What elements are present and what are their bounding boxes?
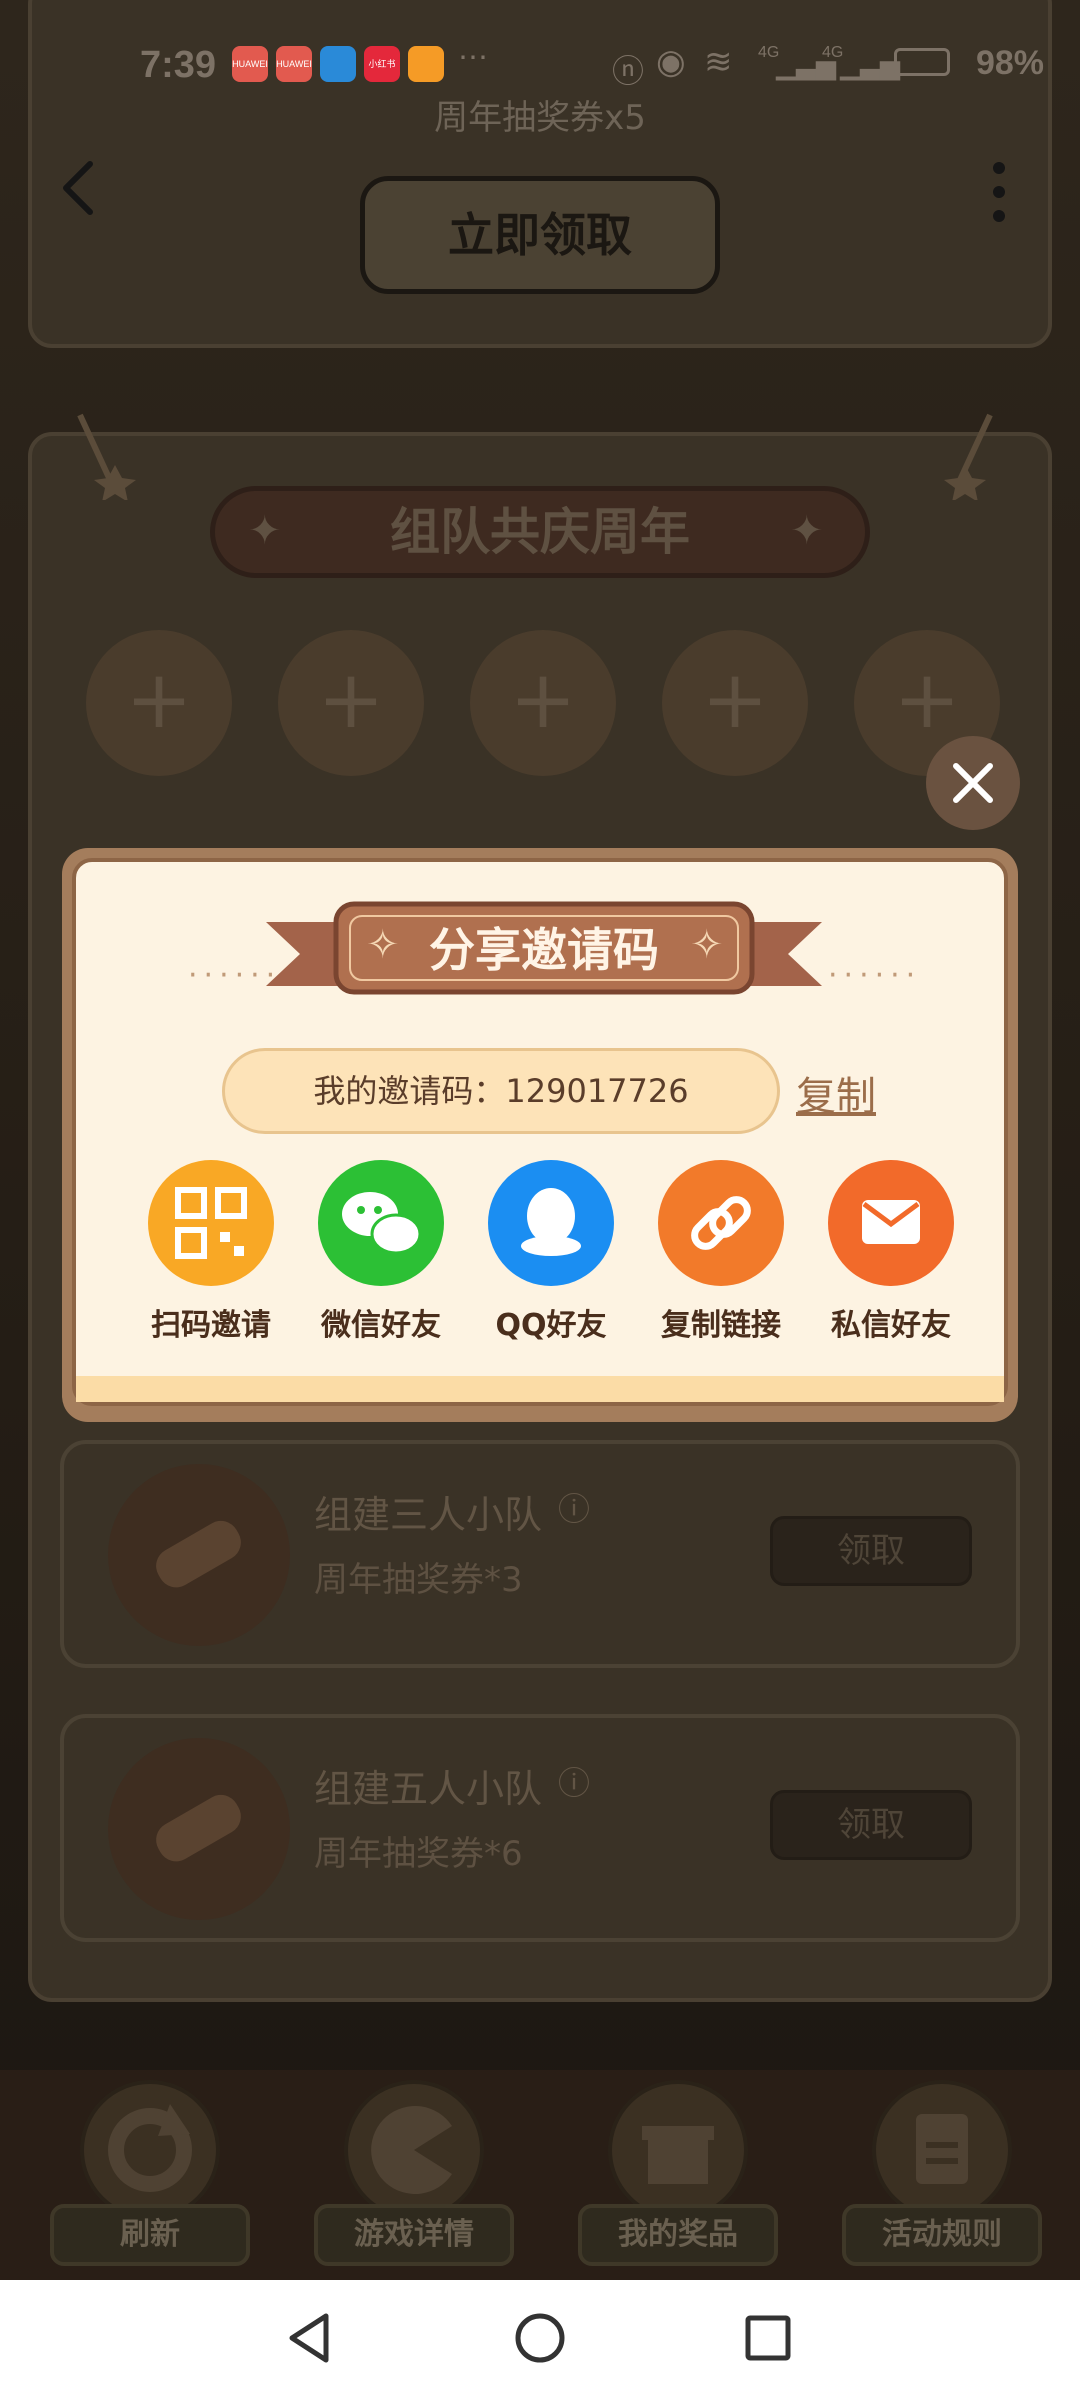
huawei-store-icon: HUAWEI <box>232 46 268 82</box>
task-card-five: 组建五人小队 ⓘ 周年抽奖券*6 领取 <box>60 1714 1020 1942</box>
team-slot-add-button[interactable]: + <box>470 630 616 776</box>
modal-title: 分享邀请码 <box>429 923 659 977</box>
share-label: 微信好友 <box>321 1308 441 1343</box>
scroll-icon <box>108 1464 290 1646</box>
share-label: QQ好友 <box>495 1308 607 1343</box>
battery-icon <box>894 48 950 76</box>
nav-refresh[interactable]: 刷新 <box>50 2080 250 2280</box>
status-bar: 7:39 HUAWEI HUAWEI 小红书 ⋯ ⓝ ◉ ≋ 4G ▁▃▅ 4G… <box>0 0 1080 134</box>
eye-comfort-icon: ◉ <box>656 43 686 81</box>
claim-button[interactable]: 领取 <box>770 1790 972 1860</box>
battery-percent: 98% <box>975 44 1044 82</box>
task-reward: 周年抽奖券*6 <box>314 1834 523 1874</box>
qq-icon <box>488 1160 614 1286</box>
close-button[interactable] <box>926 736 1020 830</box>
nav-label: 我的奖品 <box>578 2204 778 2266</box>
wifi-icon: ≋ <box>704 43 733 81</box>
weather-icon <box>320 46 356 82</box>
task-title: 组建五人小队 <box>314 1767 543 1811</box>
share-label: 复制链接 <box>661 1308 781 1343</box>
more-notifications-icon: ⋯ <box>458 41 488 74</box>
help-icon[interactable]: ⓘ <box>558 1758 590 1804</box>
more-options-icon[interactable] <box>984 158 1014 228</box>
share-wechat[interactable]: 微信好友 <box>296 1160 466 1343</box>
status-time: 7:39 <box>140 44 217 86</box>
xiaohongshu-icon: 小红书 <box>364 46 400 82</box>
home-circle-icon[interactable] <box>510 2308 570 2368</box>
share-private-message[interactable]: 私信好友 <box>806 1160 976 1343</box>
nfc-icon: ⓝ <box>612 53 645 89</box>
system-navigation-bar <box>0 2280 1080 2400</box>
game-icon <box>344 2080 484 2220</box>
nav-label: 刷新 <box>50 2204 250 2266</box>
bottom-nav: 刷新 游戏详情 我的奖品 活动规则 <box>0 2070 1080 2280</box>
scroll-icon <box>108 1738 290 1920</box>
share-label: 私信好友 <box>831 1308 951 1343</box>
decorative-dots: ······ <box>828 958 922 993</box>
video-app-icon <box>408 46 444 82</box>
nav-label: 游戏详情 <box>314 2204 514 2266</box>
rules-icon <box>872 2080 1012 2220</box>
nav-my-prizes[interactable]: 我的奖品 <box>578 2080 778 2280</box>
gift-icon <box>608 2080 748 2220</box>
team-slot-add-button[interactable]: + <box>86 630 232 776</box>
share-invite-modal: ······ ······ ✧ ✧ 分享邀请码 我的邀请码：129017726 … <box>62 848 1018 1422</box>
huawei-store-icon: HUAWEI <box>276 46 312 82</box>
refresh-icon <box>80 2080 220 2220</box>
team-slot-add-button[interactable]: + <box>662 630 808 776</box>
claim-now-button[interactable]: 立即领取 <box>360 176 720 294</box>
pin-left-icon <box>77 413 136 500</box>
wechat-icon <box>318 1160 444 1286</box>
signal-icon: ▁▃▅ <box>840 50 900 80</box>
close-icon <box>953 763 993 803</box>
mail-icon <box>828 1160 954 1286</box>
link-icon <box>658 1160 784 1286</box>
task-reward: 周年抽奖券*3 <box>314 1560 523 1600</box>
sparkle-icon: ✦ <box>248 508 282 554</box>
nav-game-details[interactable]: 游戏详情 <box>314 2080 514 2280</box>
task-card-three: 组建三人小队 ⓘ 周年抽奖券*3 领取 <box>60 1440 1020 1668</box>
claim-button[interactable]: 领取 <box>770 1516 972 1586</box>
share-scan-qr[interactable]: 扫码邀请 <box>126 1160 296 1343</box>
modal-body: ······ ······ ✧ ✧ 分享邀请码 我的邀请码：129017726 … <box>72 858 1008 1406</box>
share-copy-link[interactable]: 复制链接 <box>636 1160 806 1343</box>
pin-right-icon <box>944 413 993 500</box>
invite-code-display: 我的邀请码：129017726 <box>222 1048 780 1134</box>
nav-rules[interactable]: 活动规则 <box>842 2080 1042 2280</box>
help-icon[interactable]: ⓘ <box>558 1484 590 1530</box>
copy-code-link[interactable]: 复制 <box>796 1064 876 1122</box>
share-qq[interactable]: QQ好友 <box>466 1160 636 1343</box>
share-label: 扫码邀请 <box>151 1308 271 1343</box>
back-arrow-icon[interactable] <box>54 158 104 218</box>
back-triangle-icon[interactable] <box>280 2308 340 2368</box>
team-banner: 组队共庆周年 <box>210 486 870 578</box>
sparkle-icon: ✦ <box>790 508 824 554</box>
qr-code-icon <box>148 1160 274 1286</box>
team-slot-add-button[interactable]: + <box>278 630 424 776</box>
decorative-wave <box>76 1376 1004 1402</box>
recent-apps-square-icon[interactable] <box>738 2308 798 2368</box>
nav-label: 活动规则 <box>842 2204 1042 2266</box>
task-title: 组建三人小队 <box>314 1493 543 1537</box>
